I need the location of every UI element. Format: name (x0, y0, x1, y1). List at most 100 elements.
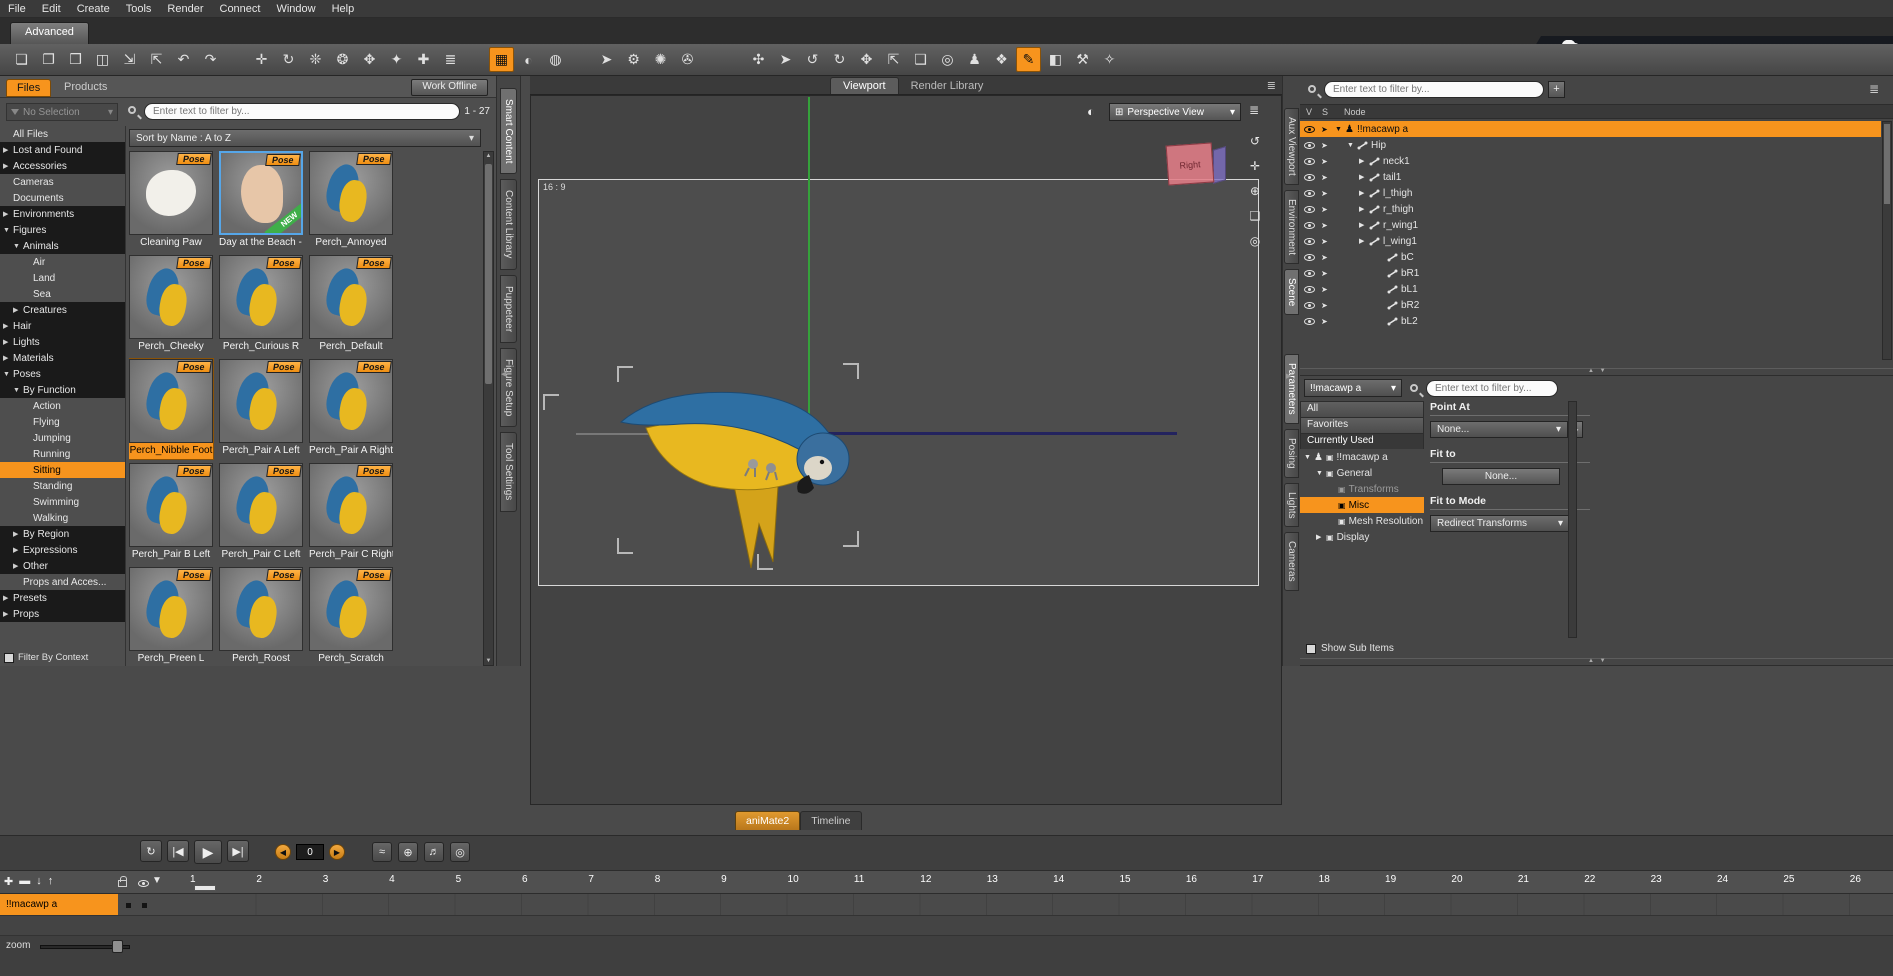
transport-button[interactable]: |◀ (167, 840, 189, 862)
fit-to-button[interactable]: None... (1442, 468, 1560, 485)
show-sub-items-checkbox[interactable] (1306, 643, 1316, 654)
visibility-eye-icon[interactable] (1304, 269, 1315, 277)
pane-tab[interactable]: Tool Settings (500, 432, 517, 512)
visibility-eye-icon[interactable] (1304, 301, 1315, 309)
scene-filter-input[interactable] (1324, 81, 1544, 98)
scene-node-row[interactable]: ➤ ▶ ♟ neck1 (1300, 153, 1881, 169)
scrollbar-thumb[interactable] (1884, 124, 1890, 204)
transport-button[interactable]: ↻ (140, 840, 162, 862)
thumbnail-tile[interactable]: Pose Perch_Preen L (129, 567, 213, 666)
transport-button[interactable]: ▶ (194, 840, 222, 864)
scene-node-row[interactable]: ➤ ♟ bR2 (1300, 297, 1881, 313)
menu-item[interactable]: Edit (34, 3, 69, 15)
expand-arrow-icon[interactable]: ▶ (3, 162, 13, 170)
visibility-eye-icon[interactable] (1304, 221, 1315, 229)
fit-to-mode-dropdown[interactable]: Redirect Transforms (1430, 515, 1570, 532)
toolbar-icon[interactable]: ❖ (989, 47, 1014, 72)
frame-range-indicator[interactable] (194, 885, 216, 891)
viewport-tool-icon[interactable]: ❑ (1246, 207, 1264, 225)
expand-arrow-icon[interactable]: ▶ (13, 546, 23, 554)
expand-arrow-icon[interactable]: ▶ (1359, 205, 1369, 213)
expand-arrow-icon[interactable]: ▶ (13, 562, 23, 570)
tab-products[interactable]: Products (54, 79, 117, 97)
tab-timeline[interactable]: Timeline (800, 811, 862, 830)
visibility-eye-icon[interactable] (1304, 285, 1315, 293)
expand-arrow-icon[interactable]: ▼ (1335, 126, 1345, 133)
toolbar-icon[interactable]: ❊ (303, 47, 328, 72)
toolbar-icon[interactable]: ▦ (489, 47, 514, 72)
toolbar-icon[interactable]: ◐ (516, 47, 541, 72)
content-filter-input[interactable] (144, 103, 460, 120)
menu-item[interactable]: Create (69, 3, 118, 15)
expand-arrow-icon[interactable]: ▶ (13, 530, 23, 538)
menu-item[interactable]: Tools (118, 3, 160, 15)
nav-cube-side-face[interactable] (1213, 146, 1226, 184)
category-tree-item[interactable]: ▶ Creatures (0, 302, 125, 318)
expand-arrow-icon[interactable]: ▶ (1359, 173, 1369, 181)
toolbar-icon[interactable]: ⇱ (881, 47, 906, 72)
thumbnail-scrollbar[interactable]: ▲ ▼ (483, 151, 494, 666)
category-tree-item[interactable]: ▶ Materials (0, 350, 125, 366)
node-selector-dropdown[interactable]: !!macawp a (1304, 379, 1402, 397)
category-tree-item[interactable]: ▶ Hair (0, 318, 125, 334)
frame-back-button[interactable]: ◀ (275, 844, 291, 860)
category-tree-item[interactable]: Documents (0, 190, 125, 206)
viewport-tool-icon[interactable]: ✛ (1246, 157, 1264, 175)
scroll-down-icon[interactable]: ▼ (484, 658, 493, 664)
toolbar-icon[interactable]: ✇ (675, 47, 700, 72)
thumbnail-tile[interactable]: Pose Perch_Roost (219, 567, 303, 666)
toolbar-icon[interactable]: ⇲ (117, 47, 142, 72)
viewport-options-icon[interactable]: ≣ (1249, 103, 1259, 117)
animation-tool-icon[interactable]: ⊕ (398, 842, 418, 862)
pane-tab[interactable]: Puppeteer (500, 274, 517, 344)
scrollbar-thumb[interactable] (485, 164, 492, 384)
scene-node-row[interactable]: ➤ ♟ bC (1300, 249, 1881, 265)
expand-arrow-icon[interactable]: ▼ (13, 387, 23, 394)
toolbar-icon[interactable]: ✛ (249, 47, 274, 72)
toolbar-icon[interactable]: ⚙ (621, 47, 646, 72)
lock-icon[interactable] (118, 876, 127, 887)
pane-tab[interactable]: Figure Setup (500, 348, 517, 428)
expand-arrow-icon[interactable]: ▶ (3, 338, 13, 346)
tab-render-library[interactable]: Render Library (899, 78, 996, 94)
category-tree-item[interactable]: ▶ Presets (0, 590, 125, 606)
thumbnail-tile[interactable]: Pose Perch_Pair C Right (309, 463, 393, 563)
thumbnail-tile[interactable]: Pose Perch_Cheeky (129, 255, 213, 355)
animation-tool-icon[interactable]: ≈ (372, 842, 392, 862)
expand-arrow-icon[interactable]: ▶ (13, 306, 23, 314)
selectable-cursor-icon[interactable]: ➤ (1321, 237, 1335, 246)
scene-node-row[interactable]: ➤ ▶ ♟ l_thigh (1300, 185, 1881, 201)
selectable-cursor-icon[interactable]: ➤ (1321, 269, 1335, 278)
selectable-cursor-icon[interactable]: ➤ (1321, 141, 1335, 150)
category-tree-item[interactable]: Jumping (0, 430, 125, 446)
thumbnail-tile[interactable]: Pose Perch_Pair A Right (309, 359, 393, 459)
pane-tab[interactable]: Scene (1284, 268, 1299, 316)
selectable-cursor-icon[interactable]: ➤ (1321, 205, 1335, 214)
parameter-group-row[interactable]: ▼ ♟ ▣ General (1300, 465, 1424, 481)
visibility-eye-icon[interactable] (1304, 253, 1315, 261)
scene-node-row[interactable]: ➤ ♟ bR1 (1300, 265, 1881, 281)
track-tool-icon[interactable]: ↑ (48, 875, 54, 888)
category-tree-item[interactable]: Swimming (0, 494, 125, 510)
transport-button[interactable]: ▶| (227, 840, 249, 862)
parameter-group-row[interactable]: ▼ ♟ ▣ !!macawp a (1300, 449, 1424, 465)
parameters-scrollbar[interactable] (1568, 401, 1577, 638)
toolbar-icon[interactable]: ↺ (800, 47, 825, 72)
timeline-ruler[interactable]: ✚ ▬ ↓ ↑ ▼ 1 2 3 4 5 6 7 8 9 10 11 12 13 14 15 16 17 18 19 20 21… (0, 870, 1893, 894)
thumbnail-tile[interactable]: Pose Perch_Annoyed (309, 151, 393, 251)
track-tool-icon[interactable]: ▬ (19, 875, 30, 888)
expand-arrow-icon[interactable]: ▶ (3, 322, 13, 330)
pane-tab[interactable]: Smart Content (500, 88, 517, 175)
toolbar-icon[interactable]: ➤ (773, 47, 798, 72)
expand-arrow-icon[interactable]: ▶ (3, 354, 13, 362)
expand-arrow-icon[interactable]: ▼ (1304, 454, 1314, 461)
parameter-group-row[interactable]: ▶ ♟ ▣ Display (1300, 529, 1424, 545)
toolbar-icon[interactable]: ✣ (746, 47, 771, 72)
scene-node-row[interactable]: ➤ ▶ ♟ l_wing1 (1300, 233, 1881, 249)
menu-item[interactable]: Help (324, 3, 363, 15)
toolbar-icon[interactable]: ✥ (854, 47, 879, 72)
point-at-dropdown[interactable]: None... (1430, 421, 1568, 438)
category-tree-item[interactable]: ▶ Lost and Found (0, 142, 125, 158)
eye-icon[interactable] (138, 880, 149, 887)
workspace-tab-advanced[interactable]: Advanced (10, 22, 89, 44)
